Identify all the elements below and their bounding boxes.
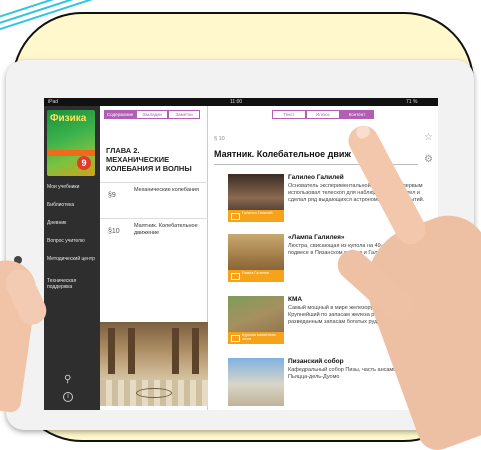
star-icon[interactable]: ☆ — [424, 132, 433, 143]
sidebar-item-my-books[interactable]: Мои учебники — [47, 184, 99, 190]
toc-item[interactable]: §9 Механические колебания — [100, 182, 208, 210]
sidebar-item-ask-teacher[interactable]: Вопрос учителю — [47, 238, 99, 244]
cathedral-thumbnail — [228, 358, 284, 406]
device-label: iPad — [48, 99, 59, 105]
cathedral-interior-image — [100, 322, 208, 406]
toc-tabs: Содержание Закладки Заметки — [104, 110, 200, 119]
tab-contents[interactable]: Содержание — [104, 110, 136, 119]
tab-content[interactable]: Контент — [340, 110, 374, 119]
toc-number: §9 — [108, 192, 116, 199]
portrait-thumbnail: Галилео Галилей — [228, 174, 284, 222]
sidebar-item-support[interactable]: Техническая поддержка — [47, 278, 99, 290]
section-number: § 10 — [214, 136, 225, 142]
card-title: Галилео Галилей — [288, 174, 344, 181]
search-icon[interactable]: ⚲ — [64, 374, 71, 385]
column — [128, 328, 135, 374]
tab-notes[interactable]: Заметки — [168, 110, 200, 119]
thumbnail-badge: Курская магнитная аном — [228, 332, 284, 344]
clock: 11:00 — [230, 99, 243, 105]
card-title: Пизанский собор — [288, 358, 344, 365]
thumbnail-badge: Галилео Галилей — [228, 210, 284, 222]
toc-item[interactable]: §10 Маятник. Колебательное движение — [100, 218, 208, 254]
toc-title: Маятник. Колебательное движение — [134, 223, 198, 236]
slide: iPad 11:00 71 % Физика 9 Мои учебники Би… — [0, 0, 481, 450]
toc-panel: Содержание Закладки Заметки Глава 2. Мех… — [100, 106, 208, 410]
battery: 71 % — [406, 99, 418, 105]
toc-number: §10 — [108, 228, 120, 235]
pendulum-ring — [136, 388, 172, 398]
chapter-title: Глава 2. Механические колебания и волны — [106, 146, 192, 173]
tab-illustrations[interactable]: Иллюс — [306, 110, 340, 119]
lamp-thumbnail: Лампа Галилея — [228, 234, 284, 282]
sidebar: Физика 9 Мои учебники Библиотека Дневник… — [44, 106, 100, 410]
tab-bookmarks[interactable]: Закладки — [136, 110, 168, 119]
sidebar-item-diary[interactable]: Дневник — [47, 220, 99, 226]
cover-stripe — [47, 150, 95, 156]
card-title: КМА — [288, 296, 303, 303]
toc-title: Механические колебания — [134, 187, 199, 193]
page-title: Маятник. Колебательное движ — [214, 149, 351, 159]
thumbnail-badge: Лампа Галилея — [228, 270, 284, 282]
view-tabs: Текст Иллюс Контент — [272, 110, 374, 119]
quarry-thumbnail: Курская магнитная аном — [228, 296, 284, 344]
column — [108, 328, 115, 374]
gear-icon[interactable]: ⚙ — [424, 154, 433, 165]
column — [172, 328, 179, 374]
book-title: Физика — [50, 113, 87, 124]
status-bar: iPad 11:00 71 % — [44, 98, 438, 106]
grade-badge: 9 — [77, 156, 91, 170]
card-title: «Лампа Галилея» — [288, 234, 345, 241]
sidebar-item-methodical-center[interactable]: Методический центр — [47, 256, 99, 262]
column — [192, 328, 199, 374]
info-icon[interactable]: i — [63, 392, 73, 402]
tab-text[interactable]: Текст — [272, 110, 306, 119]
book-cover[interactable]: Физика 9 — [47, 110, 95, 176]
sidebar-item-library[interactable]: Библиотека — [47, 202, 99, 208]
